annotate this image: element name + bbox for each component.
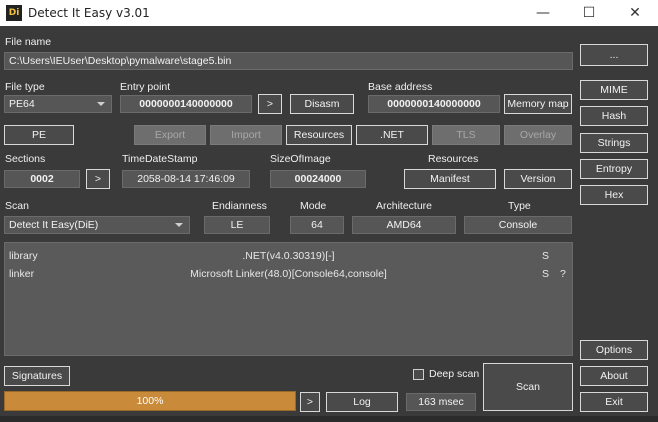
log-go-button[interactable]: > [300, 392, 320, 412]
scan-engine-value: Detect It Easy(DiE) [9, 219, 99, 231]
net-button[interactable]: .NET [356, 125, 428, 145]
file-name-label: File name [5, 36, 52, 48]
import-button[interactable]: Import [210, 125, 282, 145]
strings-button[interactable]: Strings [580, 133, 648, 153]
signatures-button[interactable]: Signatures [4, 366, 70, 386]
browse-button[interactable]: ... [580, 44, 648, 66]
entry-point-label: Entry point [120, 81, 171, 93]
timedatestamp-field[interactable]: 2058-08-14 17:46:09 [122, 170, 250, 188]
size-of-image-field[interactable]: 00024000 [270, 170, 366, 188]
architecture-field: AMD64 [352, 216, 456, 234]
chevron-down-icon [97, 102, 105, 106]
scan-progress-bar: 100% [4, 391, 296, 411]
about-button[interactable]: About [580, 366, 648, 386]
exit-button[interactable]: Exit [580, 392, 648, 412]
file-path-field[interactable]: C:\Users\IEUser\Desktop\pymalware\stage5… [4, 52, 573, 70]
export-button[interactable]: Export [134, 125, 206, 145]
deep-scan-checkbox[interactable] [413, 369, 424, 380]
sections-field[interactable]: 0002 [4, 170, 80, 188]
base-address-field[interactable]: 0000000140000000 [368, 95, 500, 113]
tls-button[interactable]: TLS [432, 125, 500, 145]
resources-button[interactable]: Resources [286, 125, 352, 145]
options-button[interactable]: Options [580, 340, 648, 360]
mime-button[interactable]: MIME [580, 80, 648, 100]
progress-text: 100% [136, 395, 164, 407]
hash-button[interactable]: Hash [580, 106, 648, 126]
entry-point-field[interactable]: 0000000140000000 [120, 95, 252, 113]
architecture-label: Architecture [376, 200, 433, 212]
chevron-down-icon [175, 223, 183, 227]
mode-label: Mode [300, 200, 327, 212]
resources-group-label: Resources [428, 153, 479, 165]
close-button[interactable]: ✕ [612, 0, 658, 26]
type-field: Console [464, 216, 572, 234]
mode-field: 64 [290, 216, 344, 234]
scan-results-list[interactable]: library .NET(v4.0.30319)[-] S linker Mic… [4, 242, 573, 356]
window-bottom-edge [0, 416, 658, 422]
minimize-button[interactable]: — [520, 0, 566, 26]
timedatestamp-label: TimeDateStamp [122, 153, 198, 165]
scan-engine-select[interactable]: Detect It Easy(DiE) [4, 216, 190, 234]
result-flag[interactable]: S [542, 247, 549, 265]
elapsed-time: 163 msec [406, 393, 476, 411]
title-bar: Di Detect It Easy v3.01 — ☐ ✕ [0, 0, 658, 26]
entry-point-go-button[interactable]: > [258, 94, 282, 114]
scan-label: Scan [5, 200, 29, 212]
overlay-button[interactable]: Overlay [504, 125, 572, 145]
disasm-button[interactable]: Disasm [290, 94, 354, 114]
file-type-select[interactable]: PE64 [4, 95, 112, 113]
entropy-button[interactable]: Entropy [580, 159, 648, 179]
pe-button[interactable]: PE [4, 125, 74, 145]
log-button[interactable]: Log [326, 392, 398, 412]
size-of-image-label: SizeOfImage [270, 153, 331, 165]
sections-label: Sections [5, 153, 46, 165]
endianness-field: LE [204, 216, 270, 234]
file-type-label: File type [5, 81, 45, 93]
endianness-label: Endianness [212, 200, 267, 212]
result-flag[interactable]: S [542, 265, 549, 283]
deep-scan-label: Deep scan [429, 368, 480, 380]
result-name: Microsoft Linker(48.0)[Console64,console… [190, 268, 387, 280]
app-icon: Di [6, 5, 22, 21]
memory-map-button[interactable]: Memory map [504, 94, 572, 114]
window-title: Detect It Easy v3.01 [28, 6, 150, 20]
version-button[interactable]: Version [504, 169, 572, 189]
type-label: Type [508, 200, 531, 212]
base-address-label: Base address [368, 81, 433, 93]
result-name: .NET(v4.0.30319)[-] [242, 250, 335, 262]
maximize-button[interactable]: ☐ [566, 0, 612, 26]
manifest-button[interactable]: Manifest [404, 169, 496, 189]
hex-button[interactable]: Hex [580, 185, 648, 205]
file-type-value: PE64 [9, 98, 35, 110]
result-extra[interactable]: ? [560, 265, 566, 283]
sections-go-button[interactable]: > [86, 169, 110, 189]
scan-button[interactable]: Scan [483, 363, 573, 411]
list-item[interactable]: library .NET(v4.0.30319)[-] S [5, 247, 572, 265]
list-item[interactable]: linker Microsoft Linker(48.0)[Console64,… [5, 265, 572, 283]
